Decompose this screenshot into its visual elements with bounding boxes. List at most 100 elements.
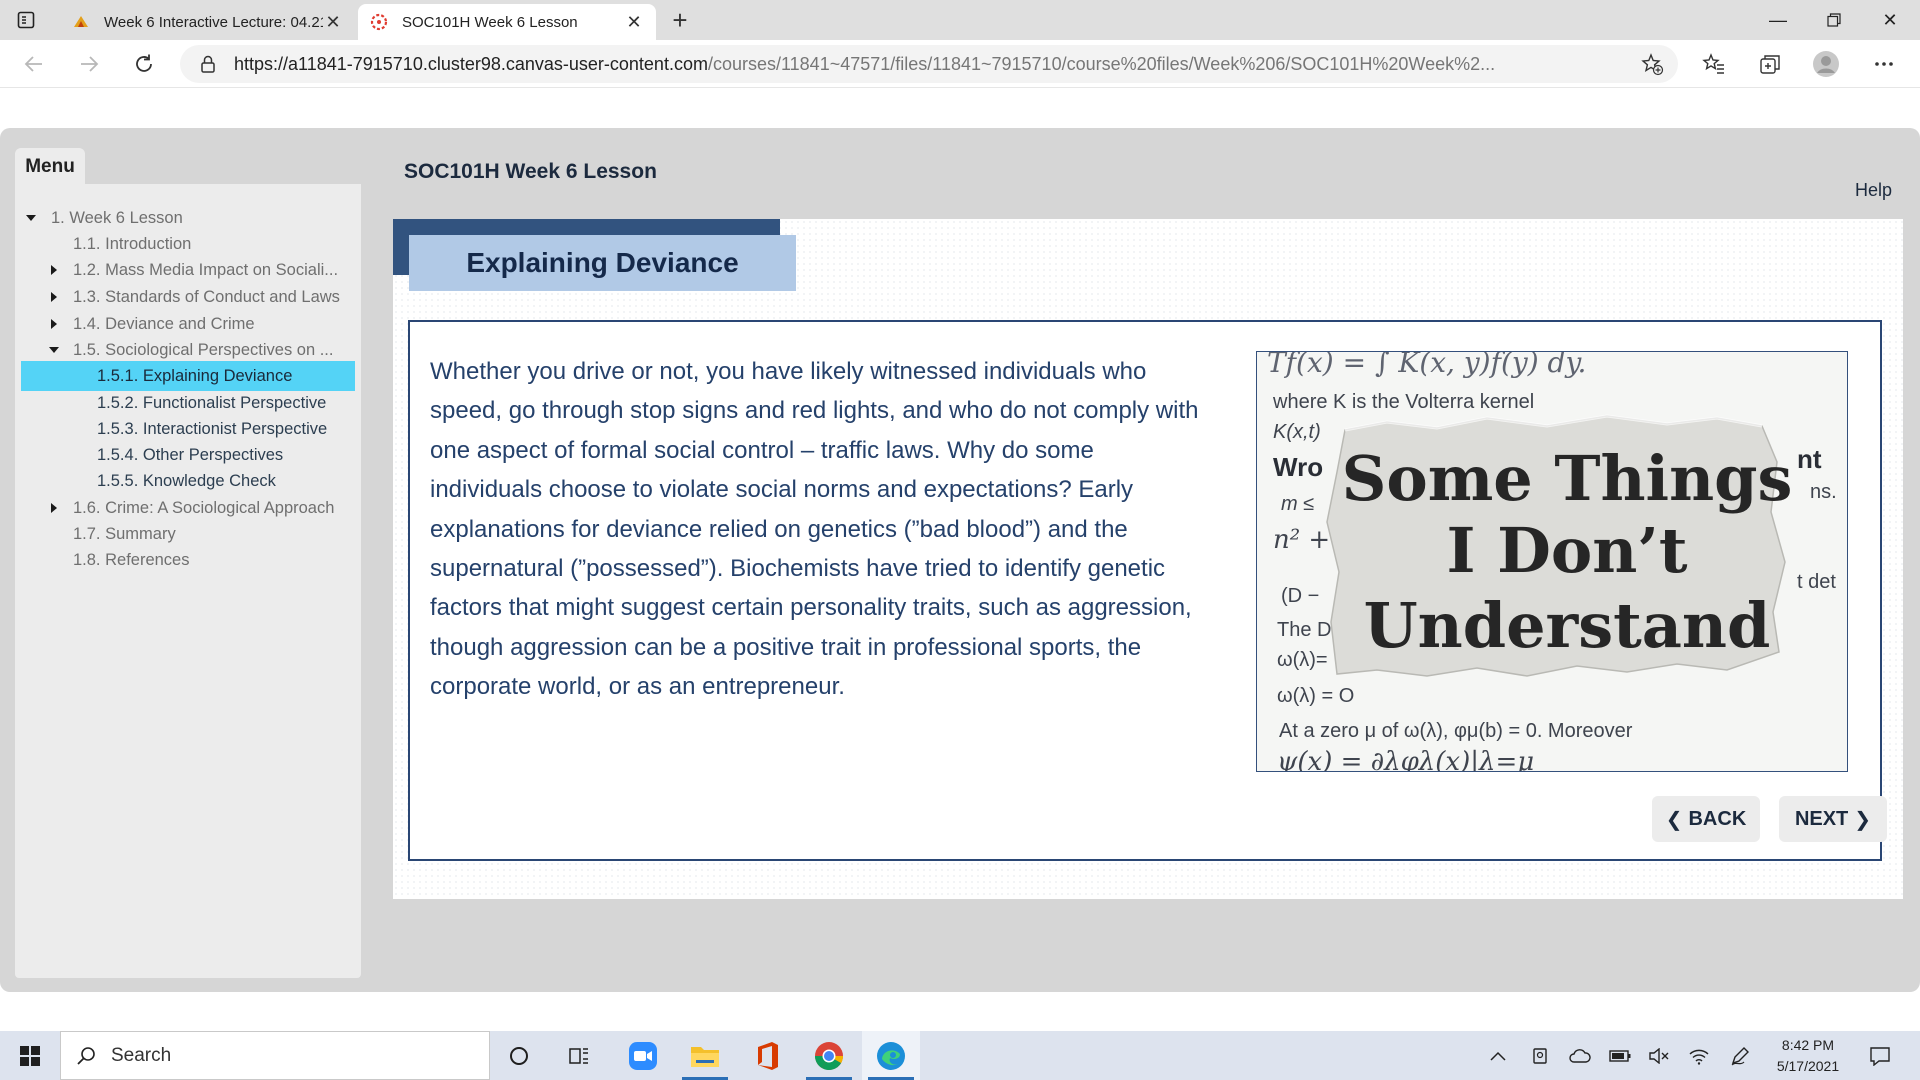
wifi-icon[interactable] bbox=[1681, 1031, 1717, 1080]
minimize-button[interactable]: — bbox=[1750, 0, 1806, 40]
onedrive-cloud-icon[interactable] bbox=[1562, 1031, 1598, 1080]
cortana-icon[interactable] bbox=[490, 1031, 548, 1080]
menu-item[interactable]: 1.2. Mass Media Impact on Sociali... bbox=[15, 255, 361, 285]
url-path: /courses/11841~47571/files/11841~7915710… bbox=[707, 53, 1496, 74]
image-bg-text: where K is the Volterra kernel bbox=[1272, 391, 1534, 413]
menu-item-label: 1.7. Summary bbox=[73, 524, 176, 543]
back-button-label: BACK bbox=[1688, 807, 1747, 830]
more-menu-icon[interactable] bbox=[1870, 50, 1898, 78]
collapse-right-triangle-icon[interactable] bbox=[48, 291, 60, 303]
office-app-icon[interactable] bbox=[738, 1031, 796, 1080]
content-frame: Whether you drive or not, you have likel… bbox=[408, 320, 1882, 861]
menu-item-label: 1. Week 6 Lesson bbox=[51, 208, 183, 227]
clipping-headline-line-2: I Don’t bbox=[1446, 514, 1687, 587]
menu-tab[interactable]: Menu bbox=[15, 148, 85, 186]
meet-now-icon[interactable] bbox=[1522, 1031, 1558, 1080]
next-button-label: NEXT bbox=[1794, 807, 1849, 830]
lock-icon[interactable] bbox=[198, 54, 218, 74]
menu-item-label: 1.5.3. Interactionist Perspective bbox=[97, 419, 328, 438]
battery-icon[interactable] bbox=[1602, 1031, 1638, 1080]
back-nav-button[interactable] bbox=[18, 48, 50, 80]
restore-button[interactable] bbox=[1806, 0, 1862, 40]
edge-app-icon[interactable] bbox=[862, 1031, 920, 1080]
next-button[interactable]: NEXT ❯ bbox=[1779, 796, 1887, 842]
close-tab-icon[interactable]: ✕ bbox=[624, 12, 644, 32]
windows-logo-icon bbox=[20, 1045, 40, 1066]
pen-workspace-icon[interactable] bbox=[1722, 1031, 1758, 1080]
image-bg-text: Tf(x) = ∫ K(x, y)f(y) dy. bbox=[1267, 352, 1586, 379]
windows-taskbar: Search 8:42 PM 5/17/2021 bbox=[0, 1031, 1920, 1080]
clock-time: 8:42 PM bbox=[1781, 1037, 1835, 1053]
refresh-button[interactable] bbox=[128, 48, 160, 80]
url-text: https://a11841-7915710.cluster98.canvas-… bbox=[234, 54, 1640, 75]
menu-item-label: 1.5.4. Other Perspectives bbox=[97, 445, 284, 464]
tab-title: SOC101H Week 6 Lesson bbox=[402, 13, 578, 31]
help-link[interactable]: Help bbox=[1855, 180, 1892, 201]
chrome-app-icon[interactable] bbox=[800, 1031, 858, 1080]
expand-down-triangle-icon[interactable] bbox=[48, 344, 60, 356]
collections-icon[interactable] bbox=[1756, 50, 1784, 78]
url-host: https://a11841-7915710.cluster98.canvas-… bbox=[234, 53, 708, 74]
slide-heading: Explaining Deviance bbox=[409, 235, 796, 291]
menu-item-label: 1.2. Mass Media Impact on Sociali... bbox=[73, 260, 339, 279]
start-button[interactable] bbox=[0, 1031, 60, 1080]
show-hidden-icons-chevron-up-icon[interactable] bbox=[1480, 1031, 1516, 1080]
image-bg-text: ns. bbox=[1810, 481, 1837, 503]
menu-item-label: 1.4. Deviance and Crime bbox=[73, 314, 255, 333]
taskbar-clock[interactable]: 8:42 PM 5/17/2021 bbox=[1760, 1035, 1856, 1077]
image-bg-text: The D bbox=[1277, 619, 1331, 641]
lesson-player: Menu 1. Week 6 Lesson 1.1. Introduction 1.… bbox=[0, 128, 1920, 992]
notifications-icon[interactable] bbox=[1860, 1031, 1900, 1080]
canvas-favicon-icon bbox=[370, 13, 388, 31]
forward-nav-button[interactable] bbox=[73, 48, 105, 80]
menu-item-label: 1.5.2. Functionalist Perspective bbox=[97, 393, 327, 412]
tab-actions-icon[interactable] bbox=[14, 8, 38, 32]
tab-week6-lecture[interactable]: Week 6 Interactive Lecture: 04.21 ✕ bbox=[60, 4, 355, 40]
url-field[interactable]: https://a11841-7915710.cluster98.canvas-… bbox=[180, 45, 1678, 83]
favorite-star-add-icon[interactable] bbox=[1640, 52, 1664, 76]
chevron-right-icon: ❯ bbox=[1854, 808, 1872, 831]
menu-item-label: 1.6. Crime: A Sociological Approach bbox=[73, 498, 335, 517]
collapse-right-triangle-icon[interactable] bbox=[48, 264, 60, 276]
favorites-icon[interactable] bbox=[1700, 50, 1728, 78]
volume-muted-icon[interactable] bbox=[1641, 1031, 1677, 1080]
file-explorer-icon[interactable] bbox=[676, 1031, 734, 1080]
image-bg-text: ω(λ) = O bbox=[1277, 685, 1354, 707]
menu-item-label: 1.5.5. Knowledge Check bbox=[97, 471, 276, 490]
image-bg-text: m ≤ bbox=[1281, 493, 1314, 515]
clipping-headline-line-1: Some Things bbox=[1342, 442, 1793, 515]
course-title: SOC101H Week 6 Lesson bbox=[404, 160, 657, 183]
expand-down-triangle-icon[interactable] bbox=[25, 212, 37, 224]
taskbar-search-box[interactable]: Search bbox=[60, 1031, 490, 1080]
clock-date: 5/17/2021 bbox=[1776, 1058, 1840, 1074]
slide-body-text: Whether you drive or not, you have likel… bbox=[430, 358, 1199, 701]
menu-item-label: 1.1. Introduction bbox=[73, 234, 192, 253]
back-button[interactable]: ❮ BACK bbox=[1652, 796, 1760, 842]
tab-soc101h-lesson[interactable]: SOC101H Week 6 Lesson ✕ bbox=[358, 4, 656, 40]
chevron-left-icon: ❮ bbox=[1665, 808, 1683, 831]
profile-avatar-icon[interactable] bbox=[1812, 50, 1840, 78]
newspaper-clipping-image: Tf(x) = ∫ K(x, y)f(y) dy. where K is the… bbox=[1256, 351, 1848, 772]
task-view-icon[interactable] bbox=[550, 1031, 608, 1080]
collapse-right-triangle-icon[interactable] bbox=[48, 318, 60, 330]
image-bg-text: K(x,t) bbox=[1273, 421, 1321, 443]
menu-item[interactable]: 1.5.1. Explaining Deviance bbox=[21, 361, 355, 391]
zoom-app-icon[interactable] bbox=[614, 1031, 672, 1080]
menu-item[interactable]: 1.5.5. Knowledge Check bbox=[15, 466, 361, 496]
image-bg-text: t det bbox=[1797, 571, 1836, 593]
search-icon bbox=[77, 1046, 95, 1065]
image-bg-text: (D − bbox=[1281, 585, 1319, 607]
close-window-button[interactable]: ✕ bbox=[1862, 0, 1918, 40]
menu-item-label: 1.8. References bbox=[73, 550, 190, 569]
clipping-headline-line-3: Understand bbox=[1364, 589, 1771, 662]
collapse-right-triangle-icon[interactable] bbox=[48, 502, 60, 514]
lesson-menu-sidebar: 1. Week 6 Lesson 1.1. Introduction 1.2. Ma… bbox=[15, 184, 361, 978]
browser-tab-bar: Week 6 Interactive Lecture: 04.21 ✕ SOC1… bbox=[0, 0, 1920, 40]
close-tab-icon[interactable]: ✕ bbox=[323, 12, 343, 32]
menu-item-label: 1.3. Standards of Conduct and Laws bbox=[73, 287, 340, 306]
menu-item[interactable]: 1.8. References bbox=[15, 545, 361, 575]
new-tab-button[interactable]: + bbox=[666, 5, 694, 35]
canvas-favicon-icon bbox=[74, 16, 88, 27]
image-bg-text: nt bbox=[1797, 444, 1822, 474]
menu-item[interactable]: 1.3. Standards of Conduct and Laws bbox=[15, 282, 361, 312]
